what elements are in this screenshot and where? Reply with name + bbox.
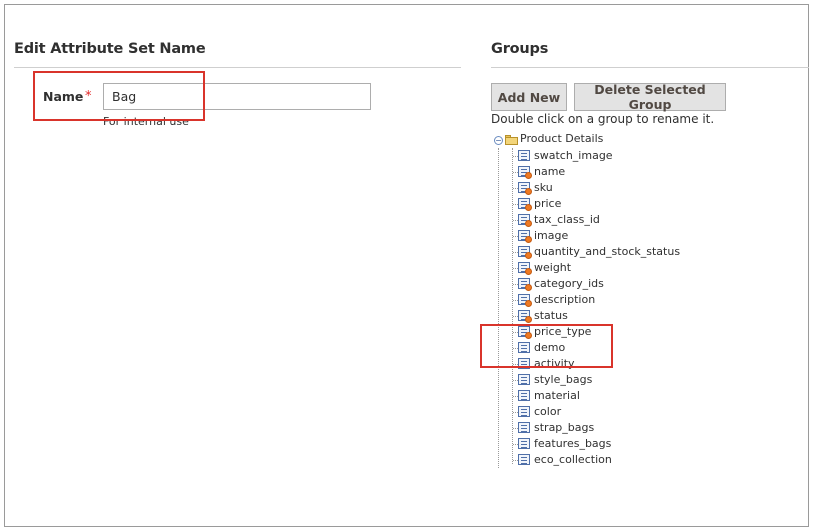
system-attribute-icon	[518, 278, 532, 291]
attribute-icon	[518, 454, 530, 465]
system-attribute-icon	[518, 182, 532, 195]
tree-node-label: sku	[534, 181, 553, 194]
tree-node-label: weight	[534, 261, 572, 274]
highlight-callout-attributes	[480, 324, 613, 368]
groups-hint: Double click on a group to rename it.	[491, 112, 715, 126]
tree-node-label: image	[534, 229, 569, 242]
attribute-icon	[518, 406, 530, 417]
system-badge-icon	[525, 236, 532, 243]
system-badge-icon	[525, 188, 532, 195]
attribute-icon	[518, 390, 530, 401]
tree-node-label: price	[534, 197, 562, 210]
tree-node-label: swatch_image	[534, 149, 613, 162]
tree-node-label: material	[534, 389, 580, 402]
system-badge-icon	[525, 252, 532, 259]
tree-branch-line	[512, 148, 513, 464]
system-attribute-icon	[518, 166, 532, 179]
system-badge-icon	[525, 300, 532, 307]
system-attribute-icon	[518, 246, 532, 259]
system-attribute-icon	[518, 198, 532, 211]
attribute-icon	[518, 150, 530, 161]
collapse-toggle-icon[interactable]: −	[494, 136, 503, 145]
attribute-icon	[518, 422, 530, 433]
system-badge-icon	[525, 172, 532, 179]
attribute-icon	[518, 374, 530, 385]
attribute-set-title: Edit Attribute Set Name	[14, 41, 206, 57]
system-badge-icon	[525, 220, 532, 227]
system-badge-icon	[525, 316, 532, 323]
tree-node-label: strap_bags	[534, 421, 595, 434]
system-attribute-icon	[518, 214, 532, 227]
system-attribute-icon	[518, 230, 532, 243]
system-attribute-icon	[518, 310, 532, 323]
system-badge-icon	[525, 204, 532, 211]
folder-icon	[505, 135, 518, 145]
add-new-button[interactable]: Add New	[491, 83, 567, 111]
tree-node-label: status	[534, 309, 568, 322]
system-attribute-icon	[518, 294, 532, 307]
highlight-callout-name	[33, 71, 205, 121]
groups-divider	[491, 67, 809, 68]
tree-node-label: tax_class_id	[534, 213, 600, 226]
tree-node-label: color	[534, 405, 562, 418]
tree-node-label: quantity_and_stock_status	[534, 245, 681, 258]
tree-node-label: features_bags	[534, 437, 612, 450]
tree-node-label: style_bags	[534, 373, 593, 386]
delete-selected-group-button[interactable]: Delete Selected Group	[574, 82, 726, 112]
attribute-icon	[518, 438, 530, 449]
groups-title: Groups	[491, 41, 549, 57]
tree-node-label: description	[534, 293, 596, 306]
tree-guide-line	[498, 148, 499, 468]
tree-root-product-details[interactable]: Product Details	[520, 132, 603, 145]
system-badge-icon	[525, 284, 532, 291]
attribute-set-divider	[14, 67, 461, 68]
system-badge-icon	[525, 268, 532, 275]
tree-node-label: category_ids	[534, 277, 604, 290]
system-attribute-icon	[518, 262, 532, 275]
tree-node-label: eco_collection	[534, 453, 612, 466]
tree-node-label: name	[534, 165, 566, 178]
